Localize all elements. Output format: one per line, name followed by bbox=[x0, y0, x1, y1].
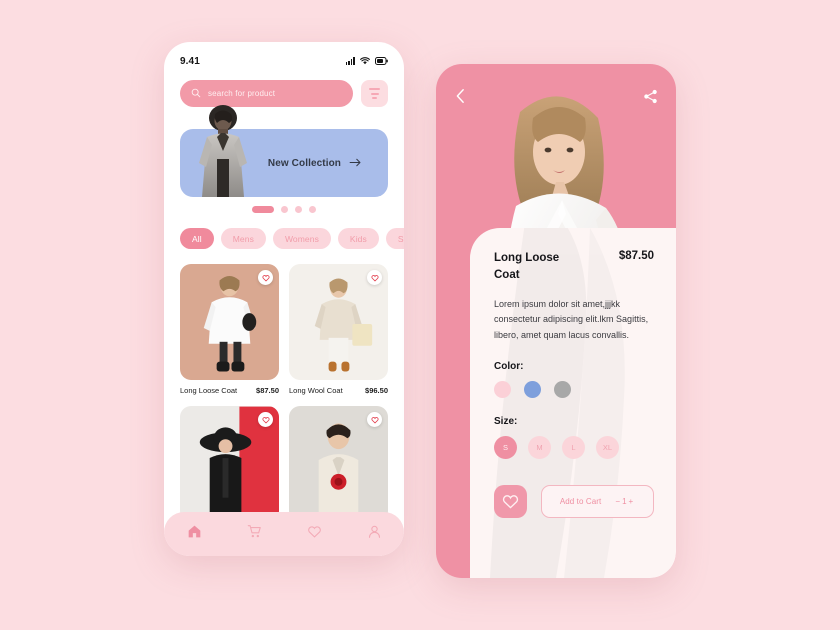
product-meta: Long Wool Coat $96.50 bbox=[289, 386, 388, 396]
search-icon bbox=[191, 85, 201, 103]
tab-cart[interactable] bbox=[247, 524, 262, 544]
category-chips[interactable]: All Mens Womens Kids Sport bbox=[164, 213, 404, 249]
detail-price: $87.50 bbox=[618, 250, 654, 262]
detail-content: Long Loose Coat $87.50 Lorem ipsum dolor… bbox=[494, 250, 654, 518]
size-option-l[interactable]: L bbox=[562, 435, 585, 459]
detail-description: Lorem ipsum dolor sit amet,jjjkk consect… bbox=[494, 299, 649, 340]
search-placeholder: search for product bbox=[208, 89, 276, 98]
product-card[interactable]: Long Loose Coat $87.50 bbox=[180, 264, 279, 396]
detail-header: Long Loose Coat $87.50 bbox=[494, 250, 654, 283]
qty-plus[interactable]: + bbox=[629, 497, 636, 506]
size-options[interactable]: S M L XL bbox=[494, 435, 654, 459]
status-bar: 9.41 bbox=[164, 42, 404, 72]
chip-mens[interactable]: Mens bbox=[220, 228, 266, 249]
size-label: Size: bbox=[494, 415, 518, 427]
chip-kids[interactable]: Kids bbox=[337, 228, 379, 249]
quantity-stepper[interactable]: −1+ bbox=[615, 497, 635, 506]
size-option-m[interactable]: M bbox=[528, 435, 551, 459]
product-image bbox=[180, 406, 279, 523]
color-options[interactable] bbox=[494, 380, 654, 398]
chip-womens[interactable]: Womens bbox=[272, 228, 331, 249]
home-screen-phone: 9.41 search for product New Collection A… bbox=[164, 42, 404, 556]
product-detail-phone: Long Loose Coat $87.50 Lorem ipsum dolor… bbox=[436, 64, 676, 578]
dot[interactable] bbox=[281, 206, 288, 213]
profile-icon bbox=[368, 525, 380, 538]
heart-icon bbox=[261, 416, 270, 424]
size-option-s[interactable]: S bbox=[494, 435, 517, 459]
wifi-icon bbox=[360, 57, 370, 65]
status-icons bbox=[345, 57, 388, 65]
bottom-tab-bar[interactable] bbox=[164, 512, 404, 556]
product-price: $87.50 bbox=[256, 386, 279, 395]
add-to-wishlist-button[interactable] bbox=[494, 484, 527, 518]
size-option-xl[interactable]: XL bbox=[596, 435, 619, 459]
color-swatch-gray[interactable] bbox=[554, 380, 571, 398]
heart-icon bbox=[261, 274, 270, 281]
chip-all[interactable]: All bbox=[180, 228, 214, 249]
share-button[interactable] bbox=[643, 89, 658, 109]
share-icon bbox=[644, 89, 657, 103]
add-to-cart-button[interactable]: Add to Cart −1+ bbox=[541, 484, 654, 518]
cart-icon bbox=[247, 525, 261, 538]
color-label: Color: bbox=[494, 360, 524, 372]
heart-icon bbox=[370, 274, 379, 281]
tab-home[interactable] bbox=[187, 524, 202, 544]
banner-label: New Collection bbox=[267, 157, 341, 169]
filter-button[interactable] bbox=[361, 80, 388, 107]
chip-sport[interactable]: Sport bbox=[385, 228, 404, 249]
battery-icon bbox=[375, 57, 388, 65]
color-swatch-blue[interactable] bbox=[524, 380, 541, 398]
product-name: Long Loose Coat bbox=[180, 386, 238, 395]
product-card[interactable] bbox=[289, 406, 388, 523]
signal-icon bbox=[345, 57, 355, 65]
product-card[interactable] bbox=[180, 406, 279, 523]
heart-icon bbox=[502, 494, 519, 509]
detail-title: Long Loose Coat bbox=[494, 252, 560, 281]
chevron-left-icon bbox=[456, 89, 464, 103]
product-meta: Long Loose Coat $87.50 bbox=[180, 386, 279, 396]
product-price: $96.50 bbox=[365, 386, 388, 395]
favorite-button[interactable] bbox=[258, 270, 273, 285]
dot[interactable] bbox=[309, 206, 316, 213]
carousel-dots[interactable] bbox=[164, 206, 404, 213]
heart-icon bbox=[307, 526, 321, 538]
back-button[interactable] bbox=[454, 88, 467, 109]
detail-top-bar bbox=[436, 88, 676, 109]
filter-icon bbox=[369, 88, 380, 91]
promo-banner[interactable]: New Collection bbox=[180, 105, 388, 197]
product-image bbox=[289, 264, 388, 380]
favorite-button[interactable] bbox=[367, 270, 382, 285]
product-image bbox=[289, 406, 388, 523]
canvas: 9.41 search for product New Collection A… bbox=[0, 0, 840, 630]
color-swatch-pink[interactable] bbox=[494, 380, 511, 398]
product-name: Long Wool Coat bbox=[289, 386, 343, 395]
tab-profile[interactable] bbox=[367, 524, 382, 544]
add-to-cart-label: Add to Cart bbox=[559, 496, 602, 506]
tab-wishlist[interactable] bbox=[307, 524, 322, 544]
banner-model-image bbox=[187, 101, 259, 197]
product-grid: Long Loose Coat $87.50 Long Wool Coat $9… bbox=[164, 249, 404, 523]
detail-actions: Add to Cart −1+ bbox=[494, 484, 654, 518]
product-detail-sheet: Long Loose Coat $87.50 Lorem ipsum dolor… bbox=[470, 228, 676, 578]
heart-icon bbox=[370, 416, 379, 424]
arrow-right-icon bbox=[349, 154, 362, 172]
status-time: 9.41 bbox=[180, 55, 200, 67]
product-image bbox=[180, 264, 279, 380]
home-icon bbox=[188, 525, 200, 538]
dot[interactable] bbox=[295, 206, 302, 213]
product-card[interactable]: Long Wool Coat $96.50 bbox=[289, 264, 388, 396]
dot-active[interactable] bbox=[252, 206, 274, 213]
